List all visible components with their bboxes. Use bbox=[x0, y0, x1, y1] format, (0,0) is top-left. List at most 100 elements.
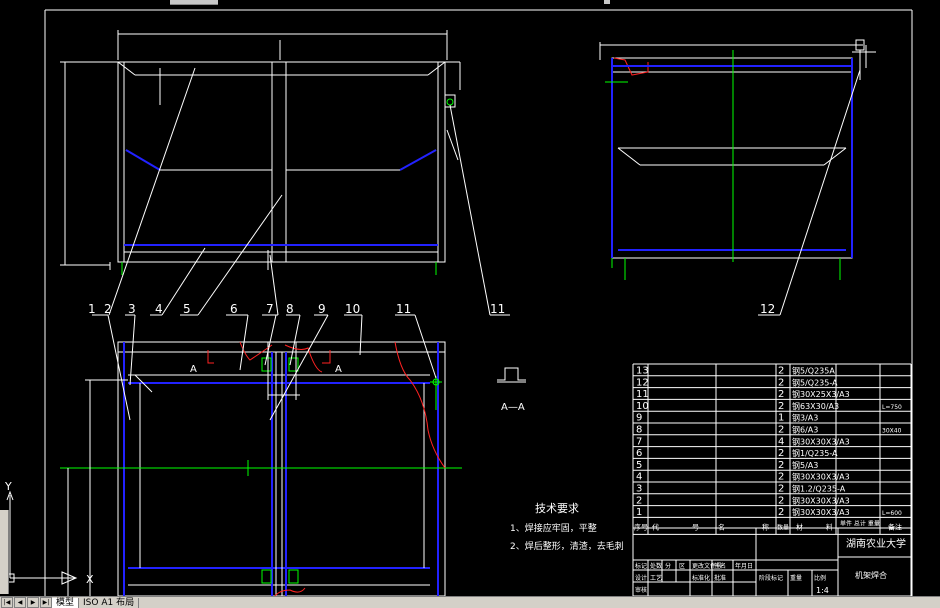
tb-zone-a: 分 bbox=[665, 562, 671, 570]
prev-tab-button[interactable]: ◀ bbox=[14, 597, 26, 608]
section-title: A—A bbox=[501, 402, 525, 413]
bom-table: 13 2 钢5/Q235A12 2 钢5/Q235-A11 2 钢30X25X3/A310 2… bbox=[632, 363, 912, 535]
bom-row-qty: 2 bbox=[778, 377, 784, 388]
bom-row-qty: 2 bbox=[778, 507, 784, 518]
bom-header-qty: 数量 bbox=[777, 523, 789, 531]
bom-header-code-a: 代 bbox=[652, 522, 659, 531]
balloon-2: 2 bbox=[104, 302, 112, 316]
tb-stage: 阶段标记 bbox=[759, 574, 783, 582]
section-markers: A A A—A bbox=[190, 364, 526, 413]
ucs-icon: Y X bbox=[4, 480, 94, 586]
bom-row-material: 钢5/Q235A bbox=[792, 366, 835, 376]
bom-row-no: 11 bbox=[636, 389, 649, 400]
scale-value: 1:4 bbox=[816, 586, 829, 595]
balloon-11a: 11 bbox=[396, 302, 411, 316]
bom-header-code-b: 号 bbox=[692, 523, 699, 531]
balloon-3: 3 bbox=[128, 302, 136, 316]
bom-row-no: 3 bbox=[636, 484, 642, 495]
bom-row-qty: 2 bbox=[778, 389, 784, 400]
balloon-12: 12 bbox=[760, 302, 775, 316]
bom-row-qty: 2 bbox=[778, 366, 784, 377]
part-name: 机架焊合 bbox=[855, 570, 887, 580]
bom-row-qty: 2 bbox=[778, 460, 784, 471]
first-tab-button[interactable]: |◀ bbox=[1, 597, 13, 608]
bom-row-material: 钢30X30X3/A3 bbox=[792, 507, 850, 517]
balloon-5: 5 bbox=[183, 302, 191, 316]
bom-row-no: 13 bbox=[636, 366, 649, 377]
tab-model[interactable]: 模型 bbox=[52, 597, 80, 608]
bom-row-no: 6 bbox=[636, 448, 642, 459]
balloon-6: 6 bbox=[230, 302, 238, 316]
tb-mark: 标记 bbox=[635, 562, 647, 570]
bom-row-no: 9 bbox=[636, 413, 642, 424]
side-view bbox=[599, 39, 876, 280]
bom-row-material: 钢6/A3 bbox=[792, 425, 818, 435]
tb-approve: 批准 bbox=[714, 574, 726, 582]
tb-check: 审核 bbox=[635, 586, 647, 594]
balloon-9: 9 bbox=[318, 302, 326, 316]
bom-row-qty: 2 bbox=[778, 495, 784, 506]
tech-note-1: 1、焊接应牢固，平整 bbox=[510, 522, 597, 534]
tb-sign: 签名 bbox=[714, 562, 726, 570]
tech-requirements: 技术要求 1、焊接应牢固，平整 2、焊后整形，清渣，去毛刺 bbox=[510, 502, 624, 552]
bom-row-no: 5 bbox=[636, 460, 642, 471]
bom-row-qty: 2 bbox=[778, 425, 784, 436]
balloon-11b: 11 bbox=[490, 302, 505, 316]
bom-row-note: L=750 bbox=[882, 404, 902, 411]
bom-row-no: 8 bbox=[636, 425, 642, 436]
bom-row-qty: 2 bbox=[778, 401, 784, 412]
balloon-8: 8 bbox=[286, 302, 294, 316]
section-label-right: A bbox=[335, 364, 342, 375]
bom-row-material: 钢30X30X3/A3 bbox=[792, 472, 850, 482]
balloon-4: 4 bbox=[155, 302, 163, 316]
tb-date: 年月日 bbox=[735, 562, 753, 570]
bom-row-no: 10 bbox=[636, 401, 649, 412]
bom-header-weight: 单件 总计 重量 bbox=[840, 519, 880, 527]
bom-row-no: 12 bbox=[636, 377, 649, 388]
cad-drawing-canvas[interactable]: 1 2 3 4 5 6 7 8 9 10 11 11 12 A A A—A 技术… bbox=[0, 0, 940, 607]
bom-header-name-b: 称 bbox=[762, 522, 769, 531]
ucs-y-label: Y bbox=[4, 480, 12, 493]
bom-header-no: 序号 bbox=[634, 522, 648, 531]
bom-row-no: 2 bbox=[636, 495, 642, 506]
last-tab-button[interactable]: ▶| bbox=[40, 597, 52, 608]
bom-row-qty: 1 bbox=[778, 413, 784, 424]
tb-zone-b: 区 bbox=[679, 563, 685, 570]
side-toolbar[interactable] bbox=[0, 510, 9, 594]
tb-standard: 标准化 bbox=[692, 574, 710, 582]
bom-row-qty: 2 bbox=[778, 472, 784, 483]
layout-tab-bar: |◀ ◀ ▶ ▶| 模型 ISO A1 布局 bbox=[0, 596, 940, 608]
tb-ratio: 比例 bbox=[814, 574, 826, 582]
tech-title: 技术要求 bbox=[535, 502, 579, 515]
balloon-7: 7 bbox=[266, 302, 274, 316]
bom-row-no: 1 bbox=[636, 507, 642, 518]
bom-row-material: 钢3/A3 bbox=[792, 413, 818, 423]
bom-row-material: 钢63X30/A3 bbox=[792, 401, 839, 411]
tb-count: 处数 bbox=[650, 562, 662, 570]
bom-row-material: 钢1.2/Q235-A bbox=[792, 484, 846, 494]
tb-weight: 重量 bbox=[790, 574, 802, 582]
bom-row-qty: 2 bbox=[778, 484, 784, 495]
bom-header-mat-b: 料 bbox=[826, 522, 833, 531]
front-view bbox=[60, 30, 461, 275]
next-tab-button[interactable]: ▶ bbox=[27, 597, 39, 608]
balloon-10: 10 bbox=[345, 302, 360, 316]
balloon-labels: 1 2 3 4 5 6 7 8 9 10 11 11 12 bbox=[88, 302, 775, 316]
section-label-left: A bbox=[190, 364, 197, 375]
bom-row-material: 钢5/Q235-A bbox=[792, 377, 838, 387]
bom-row-material: 钢5/A3 bbox=[792, 460, 818, 470]
bom-row-note: L=600 bbox=[882, 510, 902, 517]
bom-row-material: 钢30X30X3/A3 bbox=[792, 495, 850, 505]
bom-header-name-a: 名 bbox=[718, 522, 725, 531]
bom-row-material: 钢30X30X3/A3 bbox=[792, 436, 850, 446]
bom-row-note: 30X40 bbox=[882, 428, 902, 435]
tab-layout[interactable]: ISO A1 布局 bbox=[79, 597, 140, 608]
top-view bbox=[60, 341, 462, 597]
bom-row-qty: 2 bbox=[778, 448, 784, 459]
bom-header-mat-a: 材 bbox=[796, 522, 803, 531]
balloon-1: 1 bbox=[88, 302, 96, 316]
tb-design: 设计 bbox=[635, 574, 647, 582]
bom-row-material: 钢1/Q235-A bbox=[792, 448, 838, 458]
toolbar-remnant-2 bbox=[604, 0, 610, 4]
tech-note-2: 2、焊后整形，清渣，去毛刺 bbox=[510, 540, 624, 552]
